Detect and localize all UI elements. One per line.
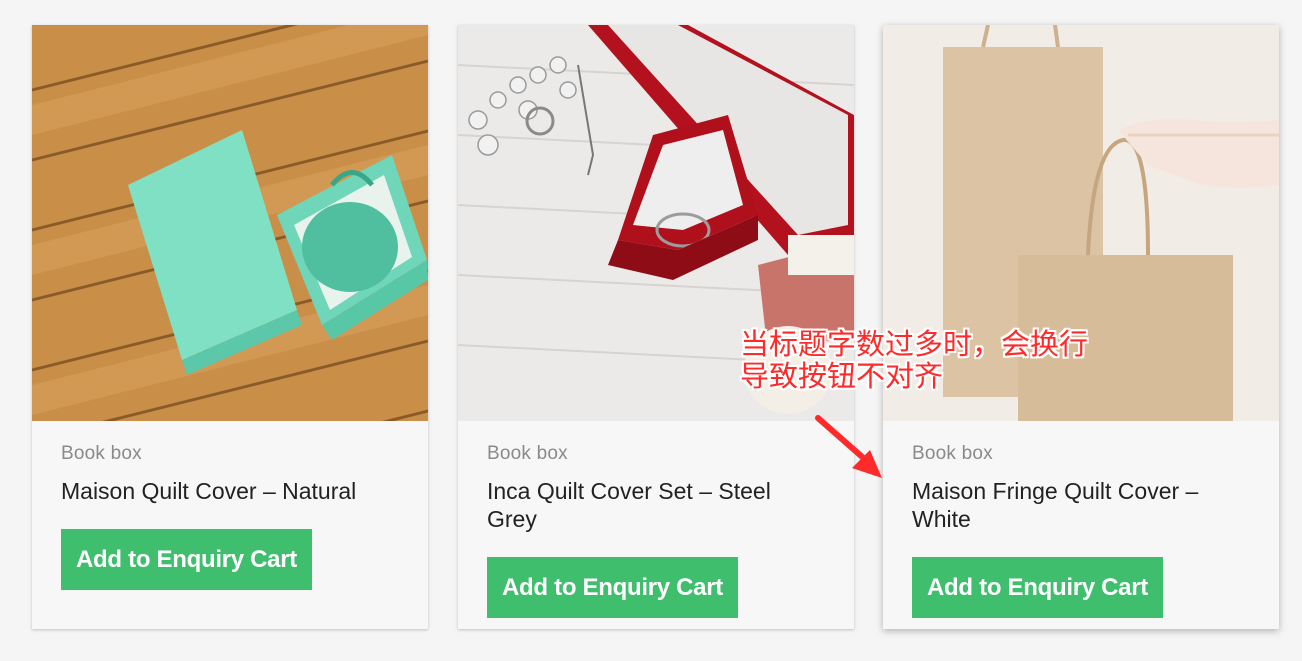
add-to-enquiry-cart-button[interactable]: Add to Enquiry Cart [61, 529, 312, 590]
product-category[interactable]: Book box [912, 442, 1250, 466]
annotation-line-1: 当标题字数过多时，会换行 [740, 327, 1089, 361]
product-title[interactable]: Inca Quilt Cover Set – Steel Grey [487, 477, 825, 533]
annotation-note: 当标题字数过多时，会换行 导致按钮不对齐 [740, 328, 1088, 392]
product-category[interactable]: Book box [61, 442, 399, 466]
product-title[interactable]: Maison Fringe Quilt Cover – White [912, 477, 1250, 533]
product-card: Book box Maison Quilt Cover – Natural Ad… [32, 25, 428, 629]
product-title[interactable]: Maison Quilt Cover – Natural [61, 477, 399, 505]
annotation-line-2: 导致按钮不对齐 [740, 359, 944, 393]
arrow-icon [815, 415, 882, 478]
product-image[interactable] [32, 25, 428, 421]
add-to-enquiry-cart-button[interactable]: Add to Enquiry Cart [912, 557, 1163, 618]
product-category[interactable]: Book box [487, 442, 825, 466]
add-to-enquiry-cart-button[interactable]: Add to Enquiry Cart [487, 557, 738, 618]
